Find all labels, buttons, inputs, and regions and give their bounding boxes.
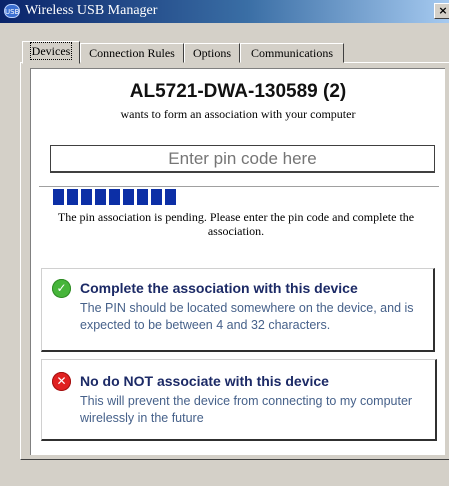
tab-connection-rules-label: Connection Rules [89, 46, 175, 60]
complete-association-option[interactable]: ✓ Complete the association with this dev… [41, 268, 435, 352]
tab-communications-label: Communications [251, 46, 333, 60]
progress-block [151, 189, 162, 205]
reject-association-option[interactable]: ✕ No do NOT associate with this device T… [41, 359, 437, 441]
progress-block [165, 189, 176, 205]
option-description: This will prevent the device from connec… [80, 394, 413, 425]
progress-block [109, 189, 120, 205]
tab-options-label: Options [192, 46, 231, 60]
tab-communications[interactable]: Communications [240, 43, 344, 63]
progress-block [123, 189, 134, 205]
device-panel: AL5721-DWA-130589 (2) wants to form an a… [30, 68, 445, 455]
tab-options[interactable]: Options [184, 43, 240, 63]
tab-devices[interactable]: Devices [22, 41, 80, 64]
checkmark-icon: ✓ [52, 279, 71, 298]
divider [39, 186, 439, 187]
pending-message: The pin association is pending. Please e… [57, 210, 415, 238]
window-title: Wireless USB Manager [25, 3, 158, 18]
option-title: Complete the association with this devic… [80, 280, 358, 296]
progress-block [137, 189, 148, 205]
pin-code-input[interactable] [50, 145, 435, 173]
progress-block [67, 189, 78, 205]
title-bar: USB Wireless USB Manager × [0, 0, 449, 23]
progress-block [95, 189, 106, 205]
option-title: No do NOT associate with this device [80, 373, 329, 389]
option-description: The PIN should be located somewhere on t… [80, 301, 414, 332]
progress-bar [53, 189, 303, 205]
device-subtitle: wants to form an association with your c… [120, 107, 356, 121]
tab-connection-rules[interactable]: Connection Rules [80, 43, 184, 63]
progress-block [81, 189, 92, 205]
tab-devices-label: Devices [29, 42, 73, 60]
cross-icon: ✕ [52, 372, 71, 391]
progress-block [53, 189, 64, 205]
close-button[interactable]: × [434, 3, 449, 19]
device-name: AL5721-DWA-130589 (2) [129, 81, 347, 102]
usb-icon: USB [4, 4, 20, 18]
